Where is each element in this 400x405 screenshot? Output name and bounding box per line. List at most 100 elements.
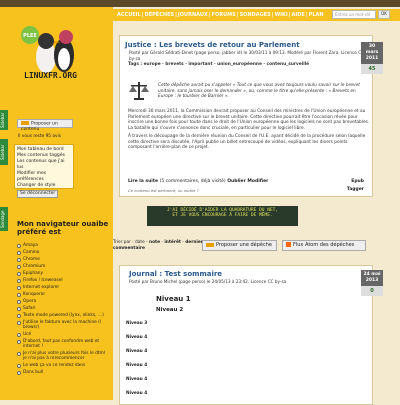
radio-icon[interactable]	[17, 339, 21, 344]
search-input[interactable]: Entrez un mot-clé	[332, 10, 376, 19]
nav-item-plan[interactable]: PLAN	[309, 12, 324, 18]
poll-option[interactable]: Texte mode powered (lynx, elinks, …)	[17, 313, 109, 318]
link-style[interactable]: Changer de style	[17, 183, 71, 189]
article-tags: Tags : europe · brevets · important · un…	[128, 62, 310, 67]
poll-option-label: Le web ça va ce rendez dans	[23, 363, 86, 368]
comments-count: (5 commentaires, déjà visité)	[159, 179, 226, 184]
nav-item-sondages[interactable]: SONDAGES	[240, 12, 271, 18]
radio-icon[interactable]	[17, 278, 21, 283]
radio-icon[interactable]	[17, 292, 21, 297]
quadrature-banner[interactable]: J'AI DÉCIDÉ D'AIDER LA QUADRATURE DU NET…	[147, 206, 298, 226]
radio-icon[interactable]	[17, 313, 21, 318]
poll-option[interactable]: Chrome	[17, 257, 109, 262]
plee-badge-text: PLEE	[23, 33, 37, 39]
poll-option[interactable]: Amaya	[17, 243, 109, 248]
poll-option-label: Chromium	[23, 264, 46, 269]
nav-sep: |	[236, 12, 239, 18]
comment-count: 0	[361, 286, 383, 296]
tag[interactable]: union_européenne	[217, 62, 262, 67]
poll-option[interactable]: Epiphany	[17, 271, 109, 276]
poll-option-label: Safari	[23, 306, 36, 311]
sidebar-tab[interactable]: Sidebar	[0, 110, 8, 130]
read-more-link[interactable]: Lire la suite	[128, 179, 158, 184]
poll-option[interactable]: Safari	[17, 306, 109, 311]
nav-sep: |	[271, 12, 274, 18]
radio-icon[interactable]	[17, 285, 21, 290]
poll-option[interactable]: Je n'ai plus votre plusieurs fois le dtm…	[17, 351, 109, 361]
radio-icon[interactable]	[17, 363, 21, 368]
sidebar-tab[interactable]: Sidebar	[0, 139, 8, 165]
poll-option[interactable]: Le web ça va ce rendez dans	[17, 363, 109, 368]
date-text: 24 mai 2013	[363, 272, 381, 283]
tagger-link[interactable]: Tagger	[347, 187, 364, 192]
poll-option[interactable]: Chromium	[17, 264, 109, 269]
nav-item-wiki[interactable]: WIKI	[275, 12, 288, 18]
radio-icon[interactable]	[17, 250, 21, 255]
epub-link[interactable]: Epub	[351, 179, 364, 184]
nav-item-depeches[interactable]: DÉPÊCHES	[145, 12, 175, 18]
poll-option[interactable]: Opera	[17, 299, 109, 304]
body-paragraph: À travers le découpage de la dernière ré…	[128, 134, 366, 150]
proposer-contenu-button[interactable]: Proposer un contenu	[17, 119, 73, 132]
nav-sep: |	[175, 12, 177, 18]
rss-icon	[286, 242, 291, 247]
logout-button[interactable]: Se déconnecter	[17, 190, 59, 198]
radio-icon[interactable]	[17, 306, 21, 311]
poll-option[interactable]: Firefox / Iceweasel	[17, 278, 109, 283]
heading-level-4: Niveau 4	[126, 335, 148, 340]
unfollow-link[interactable]: Oublier	[227, 179, 246, 184]
poll-option[interactable]: Konqueror	[17, 292, 109, 297]
poll-option[interactable]: Ucé	[17, 332, 109, 337]
heading-level-4: Niveau 4	[126, 349, 148, 354]
date-text: 30 mars 2011	[365, 44, 379, 61]
nav-item-aide[interactable]: AIDE	[292, 12, 305, 18]
nav-sep: |	[288, 12, 291, 18]
pencil-icon	[206, 242, 214, 247]
rss-feed-button[interactable]: Flux Atom des dépêches	[282, 240, 366, 251]
poll-option[interactable]: J'utilise le fakture avec la machine (l …	[17, 320, 109, 330]
radio-icon[interactable]	[17, 332, 21, 337]
poll-option-label: Dans bull	[23, 370, 44, 375]
tag[interactable]: important	[188, 62, 212, 67]
tag[interactable]: brevets	[165, 62, 183, 67]
journal-title[interactable]: Journal : Test sommaire	[129, 270, 222, 278]
poll-option[interactable]: D'abord, faut pas confondre web et inter…	[17, 339, 109, 349]
link-preferences[interactable]: Modifier mes préférences	[17, 171, 71, 183]
link-read[interactable]: Les contenus que j'ai lus	[17, 159, 71, 171]
radio-icon[interactable]	[17, 351, 21, 356]
heading-level-4: Niveau 4	[126, 391, 148, 396]
article-journal: Journal : Test sommaire Posté par Bruno …	[119, 265, 373, 405]
nav-item-journaux[interactable]: JOURNAUX	[178, 12, 208, 18]
radio-icon[interactable]	[17, 370, 21, 375]
nav-item-forums[interactable]: FORUMS	[212, 12, 236, 18]
poll-option-label: Opera	[23, 299, 37, 304]
poll-options: Amaya Camino Chrome Chromium Epiphany Fi…	[17, 243, 109, 377]
poll-option-label: Texte mode powered (lynx, elinks, …)	[23, 313, 104, 318]
search-button[interactable]: OK	[378, 10, 390, 19]
radio-icon[interactable]	[17, 320, 21, 325]
radio-icon[interactable]	[17, 271, 21, 276]
propose-depeche-button[interactable]: Proposer une dépêche	[202, 240, 277, 251]
relevance-note: Ce contenu est pertinent, ou inutile ?	[128, 188, 199, 193]
modify-link[interactable]: Modifier	[247, 179, 268, 184]
sort-interest[interactable]: intérêt	[164, 240, 181, 245]
radio-icon[interactable]	[17, 299, 21, 304]
poll-option-label: Camino	[23, 250, 40, 255]
poll-tab[interactable]: Sondage	[0, 207, 8, 231]
poll-option[interactable]: Internet explorer	[17, 285, 109, 290]
tag[interactable]: europe	[144, 62, 161, 67]
poll-option[interactable]: Camino	[17, 250, 109, 255]
article-title[interactable]: Justice : Les brevets de retour au Parle…	[125, 41, 300, 49]
radio-icon[interactable]	[17, 257, 21, 262]
sidebar: PLEE LINUXFR.ORG Sidebar Proposer un con…	[0, 7, 113, 400]
sort-date[interactable]: date	[135, 240, 145, 245]
heading-level-2: Niveau 2	[156, 307, 184, 313]
poll-option[interactable]: Dans bull	[17, 370, 109, 375]
nav-item-accueil[interactable]: ACCUEIL	[117, 12, 141, 18]
radio-icon[interactable]	[17, 264, 21, 269]
poll-option-label: Ucé	[23, 332, 32, 337]
radio-icon[interactable]	[17, 243, 21, 248]
sort-note[interactable]: note	[149, 240, 160, 245]
nav-sep: |	[305, 12, 308, 18]
tag[interactable]: contenu_surveillé	[267, 62, 310, 67]
